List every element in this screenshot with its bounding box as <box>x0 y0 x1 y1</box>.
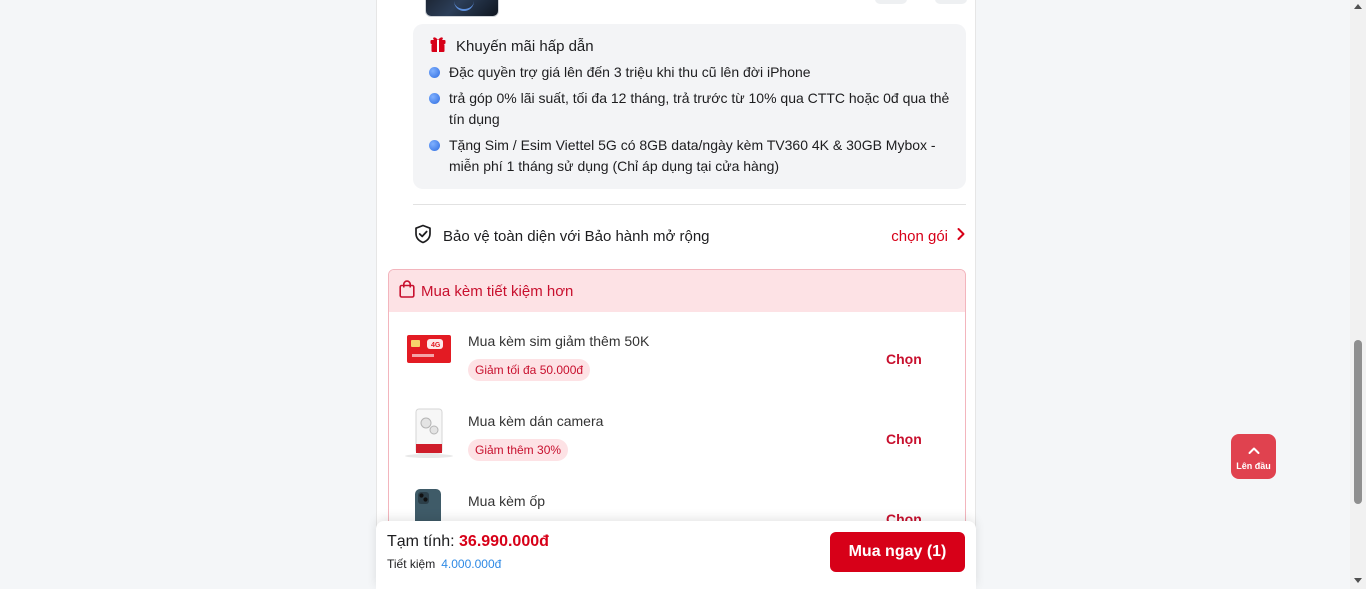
bundle-item: 4G Mua kèm sim giảm thêm 50K Giảm tối đa… <box>389 312 965 392</box>
promotion-item: Đặc quyền trợ giá lên đến 3 triệu khi th… <box>429 62 950 83</box>
bullet-icon <box>429 67 440 78</box>
bundle-item-title: Mua kèm ốp <box>468 493 546 509</box>
divider <box>413 204 966 205</box>
bundle-item: Mua kèm dán camera Giảm thêm 30% Chọn <box>389 392 965 472</box>
shield-check-icon <box>413 224 433 249</box>
promotions-list: Đặc quyền trợ giá lên đến 3 triệu khi th… <box>429 62 950 177</box>
product-thumbnail[interactable] <box>425 0 499 17</box>
shopping-bag-icon <box>399 280 415 302</box>
warranty-row[interactable]: Bảo vệ toàn diện với Bảo hành mở rộng ch… <box>413 222 966 250</box>
discount-badge: Giảm tối đa 50.000đ <box>468 359 591 381</box>
promotions-title: Khuyến mãi hấp dẫn <box>456 37 594 55</box>
bundle-item-title: Mua kèm dán camera <box>468 413 604 429</box>
gift-icon <box>429 35 447 57</box>
back-to-top-label: Lên đầu <box>1236 461 1271 471</box>
subtotal-value: 36.990.000đ <box>459 533 549 550</box>
promotions-header: Khuyến mãi hấp dẫn <box>429 36 950 56</box>
bundle-item-title: Mua kèm sim giảm thêm 50K <box>468 333 650 349</box>
bundle-title: Mua kèm tiết kiệm hơn <box>421 282 574 300</box>
choose-package-label: chọn gói <box>891 227 948 245</box>
scroll-up-arrow-icon[interactable] <box>1354 4 1362 9</box>
svg-text:4G: 4G <box>431 342 441 349</box>
back-to-top-button[interactable]: Lên đầu <box>1231 434 1276 479</box>
bundle-header: Mua kèm tiết kiệm hơn <box>389 270 965 312</box>
promotions-box: Khuyến mãi hấp dẫn Đặc quyền trợ giá lên… <box>413 24 966 189</box>
warranty-label: Bảo vệ toàn diện với Bảo hành mở rộng <box>443 227 710 245</box>
savings: Tiết kiệm 4.000.000đ <box>387 557 501 571</box>
page-scrollbar[interactable] <box>1350 0 1366 589</box>
subtotal-label: Tạm tính: <box>387 533 455 550</box>
quantity-increase-button[interactable] <box>935 0 967 4</box>
scroll-down-arrow-icon[interactable] <box>1354 578 1362 583</box>
savings-label: Tiết kiệm <box>387 557 436 571</box>
product-panel: Khuyến mãi hấp dẫn Đặc quyền trợ giá lên… <box>376 0 976 589</box>
scrollbar-thumb[interactable] <box>1354 340 1362 504</box>
bullet-icon <box>429 93 440 104</box>
choose-button[interactable]: Chọn <box>886 351 922 367</box>
subtotal: Tạm tính: 36.990.000đ <box>387 533 549 551</box>
sim-card-image: 4G <box>404 324 454 374</box>
buy-now-button[interactable]: Mua ngay (1) <box>830 532 965 572</box>
promotion-item: trả góp 0% lãi suất, tối đa 12 tháng, tr… <box>429 88 950 130</box>
checkout-bar: Tạm tính: 36.990.000đ Tiết kiệm 4.000.000… <box>376 521 976 589</box>
quantity-decrease-button[interactable] <box>875 0 907 4</box>
camera-protector-image <box>404 406 454 458</box>
choose-button[interactable]: Chọn <box>886 431 922 447</box>
chevron-right-icon <box>956 227 966 245</box>
promotion-item: Tặng Sim / Esim Viettel 5G có 8GB data/n… <box>429 135 950 177</box>
bullet-icon <box>429 140 440 151</box>
arrow-up-icon <box>1248 442 1260 460</box>
discount-badge: Giảm thêm 30% <box>468 439 569 461</box>
choose-package-link[interactable]: chọn gói <box>891 227 966 245</box>
savings-value: 4.000.000đ <box>441 557 502 571</box>
